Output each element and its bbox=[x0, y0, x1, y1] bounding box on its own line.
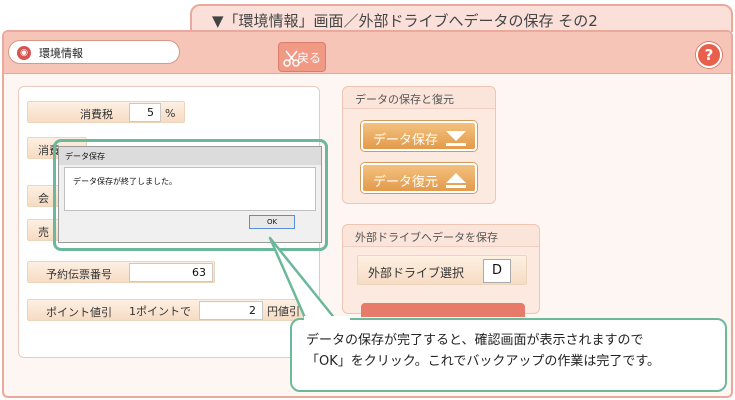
data-save-label: データ保存 bbox=[373, 133, 439, 148]
caption-text: ▼「環境情報」画面／外部ドライブへデータの保存 その2 bbox=[212, 12, 598, 30]
back-button[interactable]: 戻る bbox=[278, 42, 326, 72]
save-complete-dialog: データ保存 データ保存が終了しました。 OK bbox=[58, 146, 322, 243]
drive-save-button[interactable] bbox=[361, 303, 525, 317]
caption-tab: ▼「環境情報」画面／外部ドライブへデータの保存 その2 bbox=[190, 4, 733, 32]
ok-button[interactable]: OK bbox=[249, 215, 295, 229]
reservation-input[interactable]: 63 bbox=[129, 263, 213, 282]
app-header: ◉ 環境情報 戻る ? bbox=[4, 32, 731, 74]
scissors-icon bbox=[283, 50, 300, 67]
data-restore-label: データ復元 bbox=[373, 175, 439, 190]
tax-unit: % bbox=[165, 107, 176, 120]
help-button[interactable]: ? bbox=[696, 42, 722, 68]
callout-line-1: データの保存が完了すると、確認画面が表示されますので bbox=[306, 333, 644, 348]
save-restore-title: データの保存と復元 bbox=[343, 87, 495, 109]
dialog-title: データ保存 bbox=[59, 147, 321, 165]
points-input[interactable]: 2 bbox=[199, 301, 263, 320]
screen-title: 環境情報 bbox=[39, 47, 83, 60]
external-drive-title: 外部ドライブへデータを保存 bbox=[343, 225, 539, 247]
dialog-message: データ保存が終了しました。 bbox=[64, 167, 316, 211]
settings-icon: ◉ bbox=[17, 46, 31, 60]
callout-pointer bbox=[268, 236, 338, 322]
download-arrow-icon bbox=[446, 131, 466, 146]
callout-joint bbox=[304, 316, 350, 322]
drive-select-input[interactable]: D bbox=[483, 259, 511, 283]
callout-line-2: 「OK」をクリック。これでバックアップの作業は完了です。 bbox=[306, 354, 661, 369]
data-restore-button[interactable]: データ復元 bbox=[361, 163, 477, 193]
tax-input[interactable]: 5 bbox=[129, 103, 161, 122]
upload-arrow-icon bbox=[446, 173, 466, 188]
instruction-callout: データの保存が完了すると、確認画面が表示されますので 「OK」をクリック。これで… bbox=[290, 318, 727, 392]
external-drive-section: 外部ドライブへデータを保存 外部ドライブ選択 D bbox=[342, 224, 540, 317]
points-per-label: 1ポイントで bbox=[129, 305, 191, 318]
title-pill: ◉ 環境情報 bbox=[8, 40, 180, 64]
save-restore-section: データの保存と復元 データ保存 データ復元 bbox=[342, 86, 496, 204]
tax-label: 消費税 bbox=[27, 101, 185, 123]
data-save-button[interactable]: データ保存 bbox=[361, 121, 477, 151]
